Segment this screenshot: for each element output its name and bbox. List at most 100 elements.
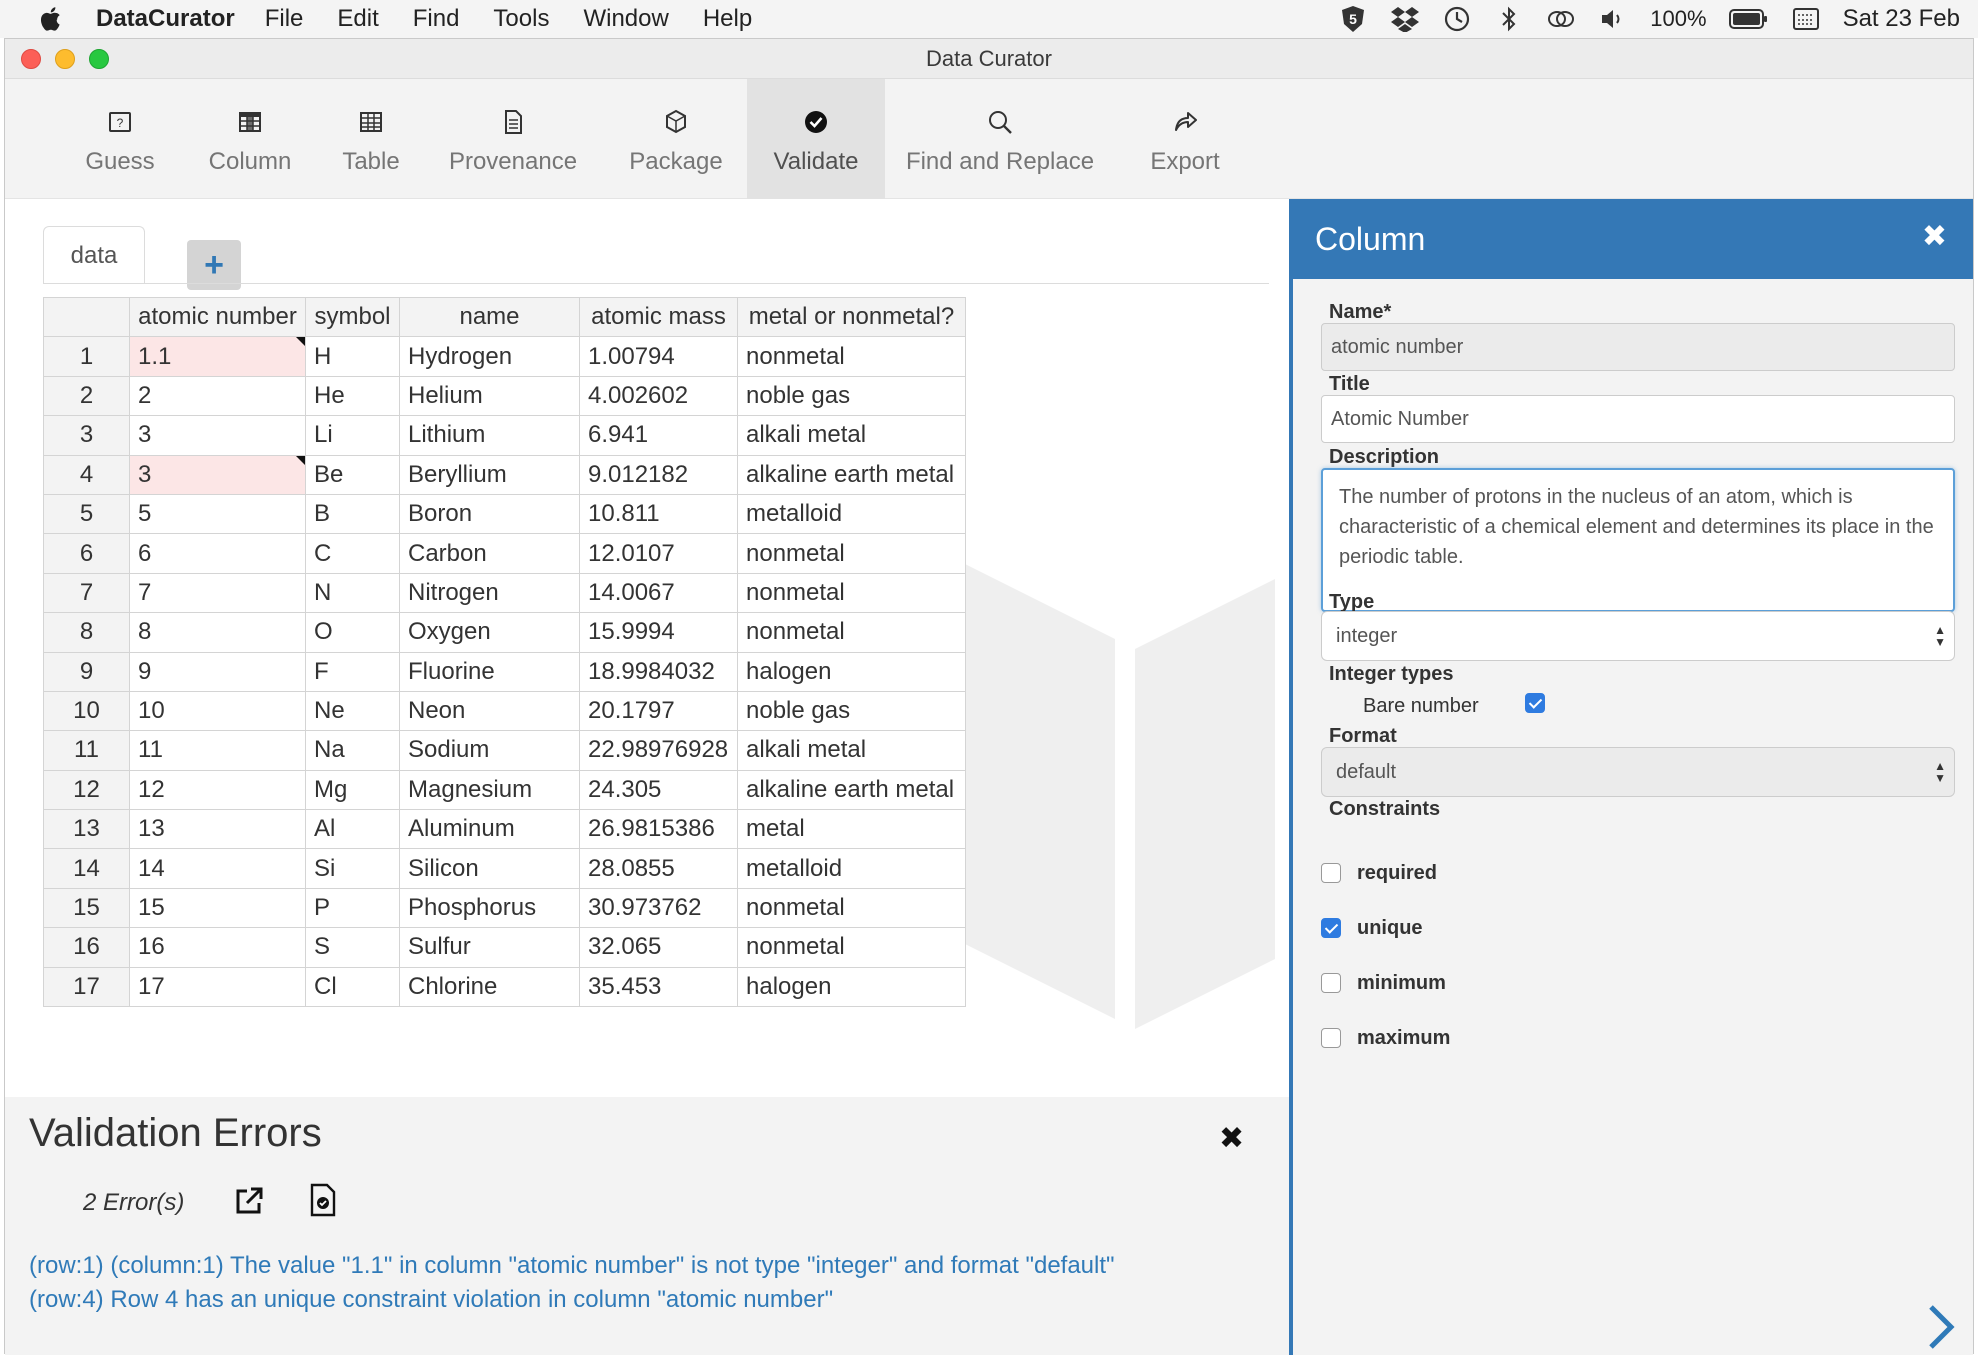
table-cell[interactable]: nonmetal [737,927,966,968]
row-number[interactable]: 9 [43,651,130,692]
menu-tools[interactable]: Tools [493,5,549,33]
row-number[interactable]: 15 [43,887,130,929]
table-cell[interactable]: P [305,887,400,929]
window-close-button[interactable] [21,49,41,69]
table-cell[interactable]: 28.0855 [579,848,738,889]
table-cell[interactable]: 14.0067 [579,572,738,614]
required-checkbox[interactable] [1321,863,1341,883]
column-header[interactable]: metal or nonmetal? [737,296,966,338]
battery-icon[interactable] [1728,4,1769,34]
toolbar-column-button[interactable]: Column [185,79,315,199]
error-message[interactable]: (row:4) Row 4 has an unique constraint v… [29,1283,1115,1317]
table-cell[interactable]: nonmetal [737,612,966,653]
menubar-date[interactable]: Sat 23 Feb [1843,5,1960,33]
minimum-checkbox[interactable] [1321,973,1341,993]
table-cell[interactable]: S [305,927,400,968]
maximum-checkbox[interactable] [1321,1028,1341,1048]
table-cell[interactable]: 5 [129,493,306,535]
table-cell[interactable]: F [305,651,400,692]
table-cell[interactable]: nonmetal [737,533,966,574]
table-cell[interactable]: Helium [399,375,580,417]
table-cell[interactable]: C [305,533,400,574]
chevron-right-icon[interactable] [1923,1303,1959,1351]
table-cell[interactable]: 9.012182 [579,454,738,495]
shield-icon[interactable]: 5 [1338,4,1368,34]
table-cell[interactable]: halogen [737,651,966,692]
table-cell[interactable]: Oxygen [399,612,580,653]
table-cell[interactable]: Nitrogen [399,572,580,614]
time-machine-icon[interactable] [1442,4,1472,34]
window-zoom-button[interactable] [89,49,109,69]
table-cell[interactable]: alkali metal [737,415,966,456]
table-cell[interactable]: metalloid [737,493,966,535]
row-number[interactable]: 1 [43,336,130,377]
table-cell[interactable]: Mg [305,769,400,811]
volume-icon[interactable] [1598,4,1628,34]
table-cell[interactable]: halogen [737,966,966,1008]
table-cell[interactable]: 24.305 [579,769,738,811]
table-cell[interactable]: 2 [129,375,306,417]
window-minimize-button[interactable] [55,49,75,69]
table-cell[interactable]: 18.9984032 [579,651,738,692]
table-cell[interactable]: Fluorine [399,651,580,692]
row-number[interactable]: 2 [43,375,130,417]
toolbar-validate-button[interactable]: Validate [747,79,885,199]
table-cell[interactable]: 14 [129,848,306,889]
table-cell[interactable]: 30.973762 [579,887,738,929]
table-cell[interactable]: Aluminum [399,809,580,850]
title-field[interactable]: Atomic Number [1321,395,1955,443]
table-cell[interactable]: 22.98976928 [579,730,738,771]
table-cell[interactable]: 17 [129,966,306,1008]
external-link-icon[interactable] [233,1185,265,1217]
error-message[interactable]: (row:1) (column:1) The value "1.1" in co… [29,1249,1115,1283]
table-cell[interactable]: Al [305,809,400,850]
row-number[interactable]: 5 [43,493,130,535]
table-cell[interactable]: Chlorine [399,966,580,1008]
toolbar-find-replace-button[interactable]: Find and Replace [895,79,1105,199]
row-number[interactable]: 7 [43,572,130,614]
column-header[interactable]: atomic number [129,296,306,338]
column-header[interactable]: symbol [305,296,400,338]
name-field[interactable]: atomic number [1321,323,1955,371]
table-cell[interactable]: 9 [129,651,306,692]
table-cell[interactable]: nonmetal [737,572,966,614]
table-cell[interactable]: Phosphorus [399,887,580,929]
table-cell[interactable]: 1.00794 [579,336,738,377]
validation-report-icon[interactable] [309,1183,337,1217]
table-cell[interactable]: 4.002602 [579,375,738,417]
table-cell[interactable]: noble gas [737,375,966,417]
table-cell[interactable]: 8 [129,612,306,653]
format-select[interactable]: default ▲ ▼ [1321,747,1955,797]
table-cell[interactable]: noble gas [737,690,966,732]
table-cell[interactable]: alkaline earth metal [737,454,966,495]
table-cell[interactable]: Ne [305,690,400,732]
table-cell[interactable]: Beryllium [399,454,580,495]
row-number[interactable]: 13 [43,809,130,850]
table-cell[interactable]: 26.9815386 [579,809,738,850]
apple-icon[interactable] [38,5,66,33]
row-number[interactable]: 10 [43,690,130,732]
row-number[interactable]: 16 [43,927,130,968]
toolbar-export-button[interactable]: Export [1125,79,1245,199]
table-cell[interactable]: 35.453 [579,966,738,1008]
row-number[interactable]: 6 [43,533,130,574]
table-cell[interactable]: 6.941 [579,415,738,456]
table-cell[interactable]: nonmetal [737,336,966,377]
dropbox-icon[interactable] [1390,4,1420,34]
table-cell[interactable]: 3 [129,454,306,495]
table-cell[interactable]: 10.811 [579,493,738,535]
table-cell[interactable]: 15.9994 [579,612,738,653]
toolbar-package-button[interactable]: Package [605,79,747,199]
row-number[interactable]: 17 [43,966,130,1008]
toolbar-guess-button[interactable]: ? Guess [55,79,185,199]
table-cell[interactable]: 20.1797 [579,690,738,732]
bare-number-checkbox[interactable] [1525,693,1545,713]
row-number[interactable]: 11 [43,730,130,771]
table-cell[interactable]: Be [305,454,400,495]
table-cell[interactable]: 10 [129,690,306,732]
row-number[interactable]: 4 [43,454,130,495]
table-cell[interactable]: 6 [129,533,306,574]
close-validation-icon[interactable]: ✖ [1219,1121,1244,1156]
table-cell[interactable]: Lithium [399,415,580,456]
tab-data[interactable]: data [43,226,145,284]
